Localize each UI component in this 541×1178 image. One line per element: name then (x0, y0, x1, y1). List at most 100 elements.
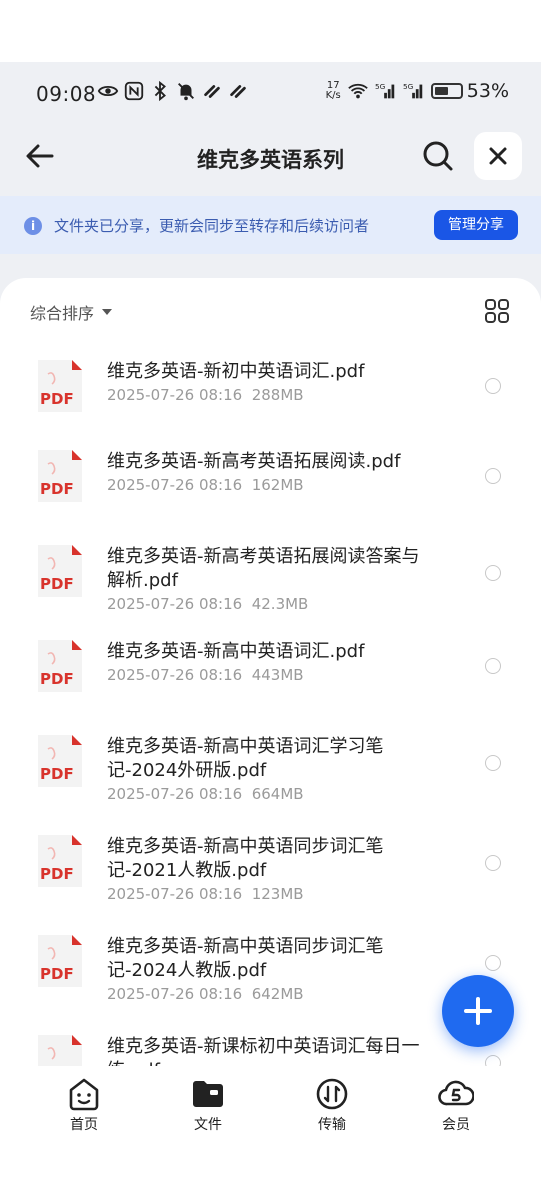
file-size: 288MB (251, 386, 304, 404)
svg-text:5G: 5G (403, 82, 414, 91)
wifi-icon (347, 83, 368, 99)
nfc-icon (124, 81, 144, 101)
title-bar: 维克多英语系列 (0, 124, 541, 194)
file-row[interactable]: PDF 维克多英语-新高中英语词汇.pdf 2025-07-26 08:16 443… (0, 638, 541, 730)
battery: 53% (430, 80, 509, 102)
file-date: 2025-07-26 08:16 (107, 785, 243, 803)
grid-view-icon[interactable] (484, 298, 510, 324)
bottom-nav: 首页 文件 传输 会员 (0, 1066, 541, 1156)
pdf-icon-label: PDF (40, 480, 74, 498)
file-name: 维克多英语-新高中英语同步词汇笔记-2021人教版.pdf (107, 836, 384, 881)
pdf-icon-label: PDF (40, 965, 74, 983)
file-size: 162MB (251, 476, 304, 494)
file-row[interactable]: PDF 维克多英语-新高考英语拓展阅读答案与解析.pdf 2025-07-26 08… (0, 543, 541, 635)
file-row[interactable]: PDF 维克多英语-新高中英语同步词汇笔记-2021人教版.pdf 2025-07-… (0, 833, 541, 925)
pdf-icon-label: PDF (40, 390, 74, 408)
speed-unit: K/s (325, 90, 341, 101)
transfer-icon (316, 1078, 348, 1110)
file-name: 维克多英语-新初中英语词汇.pdf (107, 361, 365, 382)
vip-cloud-icon (438, 1080, 474, 1106)
file-date: 2025-07-26 08:16 (107, 885, 243, 903)
select-radio[interactable] (485, 955, 501, 971)
battery-icon (430, 83, 463, 99)
nav-home-label: 首页 (70, 1117, 98, 1133)
link-icon-2 (230, 85, 246, 98)
pdf-icon-label: PDF (40, 670, 74, 688)
manage-share-button[interactable]: 管理分享 (434, 210, 518, 240)
file-date: 2025-07-26 08:16 (107, 386, 243, 404)
status-time: 09:08 (36, 82, 97, 106)
file-row[interactable]: PDF 维克多英语-新高考英语拓展阅读.pdf 2025-07-26 08:16 1… (0, 448, 541, 540)
bluetooth-icon (154, 80, 166, 102)
select-radio[interactable] (485, 378, 501, 394)
pdf-file-icon: PDF (38, 360, 82, 412)
svg-text:5G: 5G (375, 82, 386, 91)
pdf-file-icon: PDF (38, 935, 82, 987)
sort-label: 综合排序 (30, 304, 95, 323)
close-icon (489, 147, 507, 165)
share-notice-text: 文件夹已分享，更新会同步至转存和后续访问者 (54, 217, 370, 235)
home-face-icon (69, 1078, 99, 1111)
folder-icon (193, 1081, 223, 1107)
select-radio[interactable] (485, 658, 501, 674)
select-radio[interactable] (485, 855, 501, 871)
share-notice-banner: i 文件夹已分享，更新会同步至转存和后续访问者 管理分享 (0, 196, 541, 254)
add-fab-button[interactable] (442, 975, 514, 1047)
status-bar: 09:08 17 K/s 5G 5G 53% (0, 62, 541, 124)
file-meta: 2025-07-26 08:16 443MB (107, 666, 304, 684)
select-radio[interactable] (485, 468, 501, 484)
file-date: 2025-07-26 08:16 (107, 595, 243, 613)
caret-down-icon (102, 309, 113, 315)
network-speed: 17 K/s (326, 81, 341, 101)
sort-dropdown[interactable]: 综合排序 (30, 300, 113, 324)
file-meta: 2025-07-26 08:16 162MB (107, 476, 304, 494)
status-icons-right: 17 K/s 5G 5G 53% (326, 80, 509, 102)
eye-icon (97, 85, 119, 97)
file-name: 维克多英语-新高中英语词汇.pdf (107, 641, 365, 662)
nav-transfer[interactable]: 传输 (292, 1076, 372, 1134)
pdf-file-icon: PDF (38, 835, 82, 887)
file-size: 642MB (251, 985, 304, 1003)
nav-files-label: 文件 (194, 1117, 222, 1133)
pdf-icon-label: PDF (40, 865, 74, 883)
select-radio[interactable] (485, 565, 501, 581)
pdf-file-icon: PDF (38, 640, 82, 692)
signal-5g-icon-2: 5G (403, 82, 423, 99)
file-meta: 2025-07-26 08:16 123MB (107, 885, 304, 903)
pdf-file-icon: PDF (38, 735, 82, 787)
file-date: 2025-07-26 08:16 (107, 476, 243, 494)
file-list-card: 综合排序 PDF 维克多英语-新初中英语词汇.pdf 2025-07-26 08:1… (0, 278, 541, 1178)
search-icon[interactable] (420, 138, 456, 174)
file-size: 42.3MB (251, 595, 309, 613)
file-size: 443MB (251, 666, 304, 684)
file-size: 664MB (251, 785, 304, 803)
link-icon (204, 85, 220, 98)
pdf-file-icon: PDF (38, 545, 82, 597)
nav-vip[interactable]: 会员 (416, 1076, 496, 1134)
file-name: 维克多英语-新高中英语同步词汇笔记-2024人教版.pdf (107, 936, 384, 981)
nav-transfer-label: 传输 (318, 1117, 346, 1133)
file-meta: 2025-07-26 08:16 664MB (107, 785, 304, 803)
select-radio[interactable] (485, 755, 501, 771)
nav-vip-label: 会员 (442, 1117, 470, 1133)
pdf-icon-label: PDF (40, 575, 74, 593)
pdf-file-icon: PDF (38, 450, 82, 502)
close-button[interactable] (474, 132, 522, 180)
file-date: 2025-07-26 08:16 (107, 666, 243, 684)
file-date: 2025-07-26 08:16 (107, 985, 243, 1003)
nav-home[interactable]: 首页 (44, 1076, 124, 1134)
info-icon: i (24, 217, 42, 235)
pdf-icon-label: PDF (40, 765, 74, 783)
status-icons-left (97, 80, 249, 102)
file-meta: 2025-07-26 08:16 642MB (107, 985, 304, 1003)
page-title: 维克多英语系列 (197, 148, 344, 172)
mute-bell-icon (178, 83, 194, 101)
file-name: 维克多英语-新高考英语拓展阅读.pdf (107, 451, 401, 472)
file-row[interactable]: PDF 维克多英语-新初中英语词汇.pdf 2025-07-26 08:16 288… (0, 358, 541, 450)
file-name: 维克多英语-新高中英语词汇学习笔记-2024外研版.pdf (107, 736, 384, 781)
battery-fill (434, 87, 448, 95)
file-row[interactable]: PDF 维克多英语-新高中英语词汇学习笔记-2024外研版.pdf 2025-07-… (0, 733, 541, 825)
battery-percent: 53% (466, 80, 509, 102)
nav-files[interactable]: 文件 (168, 1076, 248, 1134)
file-size: 123MB (251, 885, 304, 903)
